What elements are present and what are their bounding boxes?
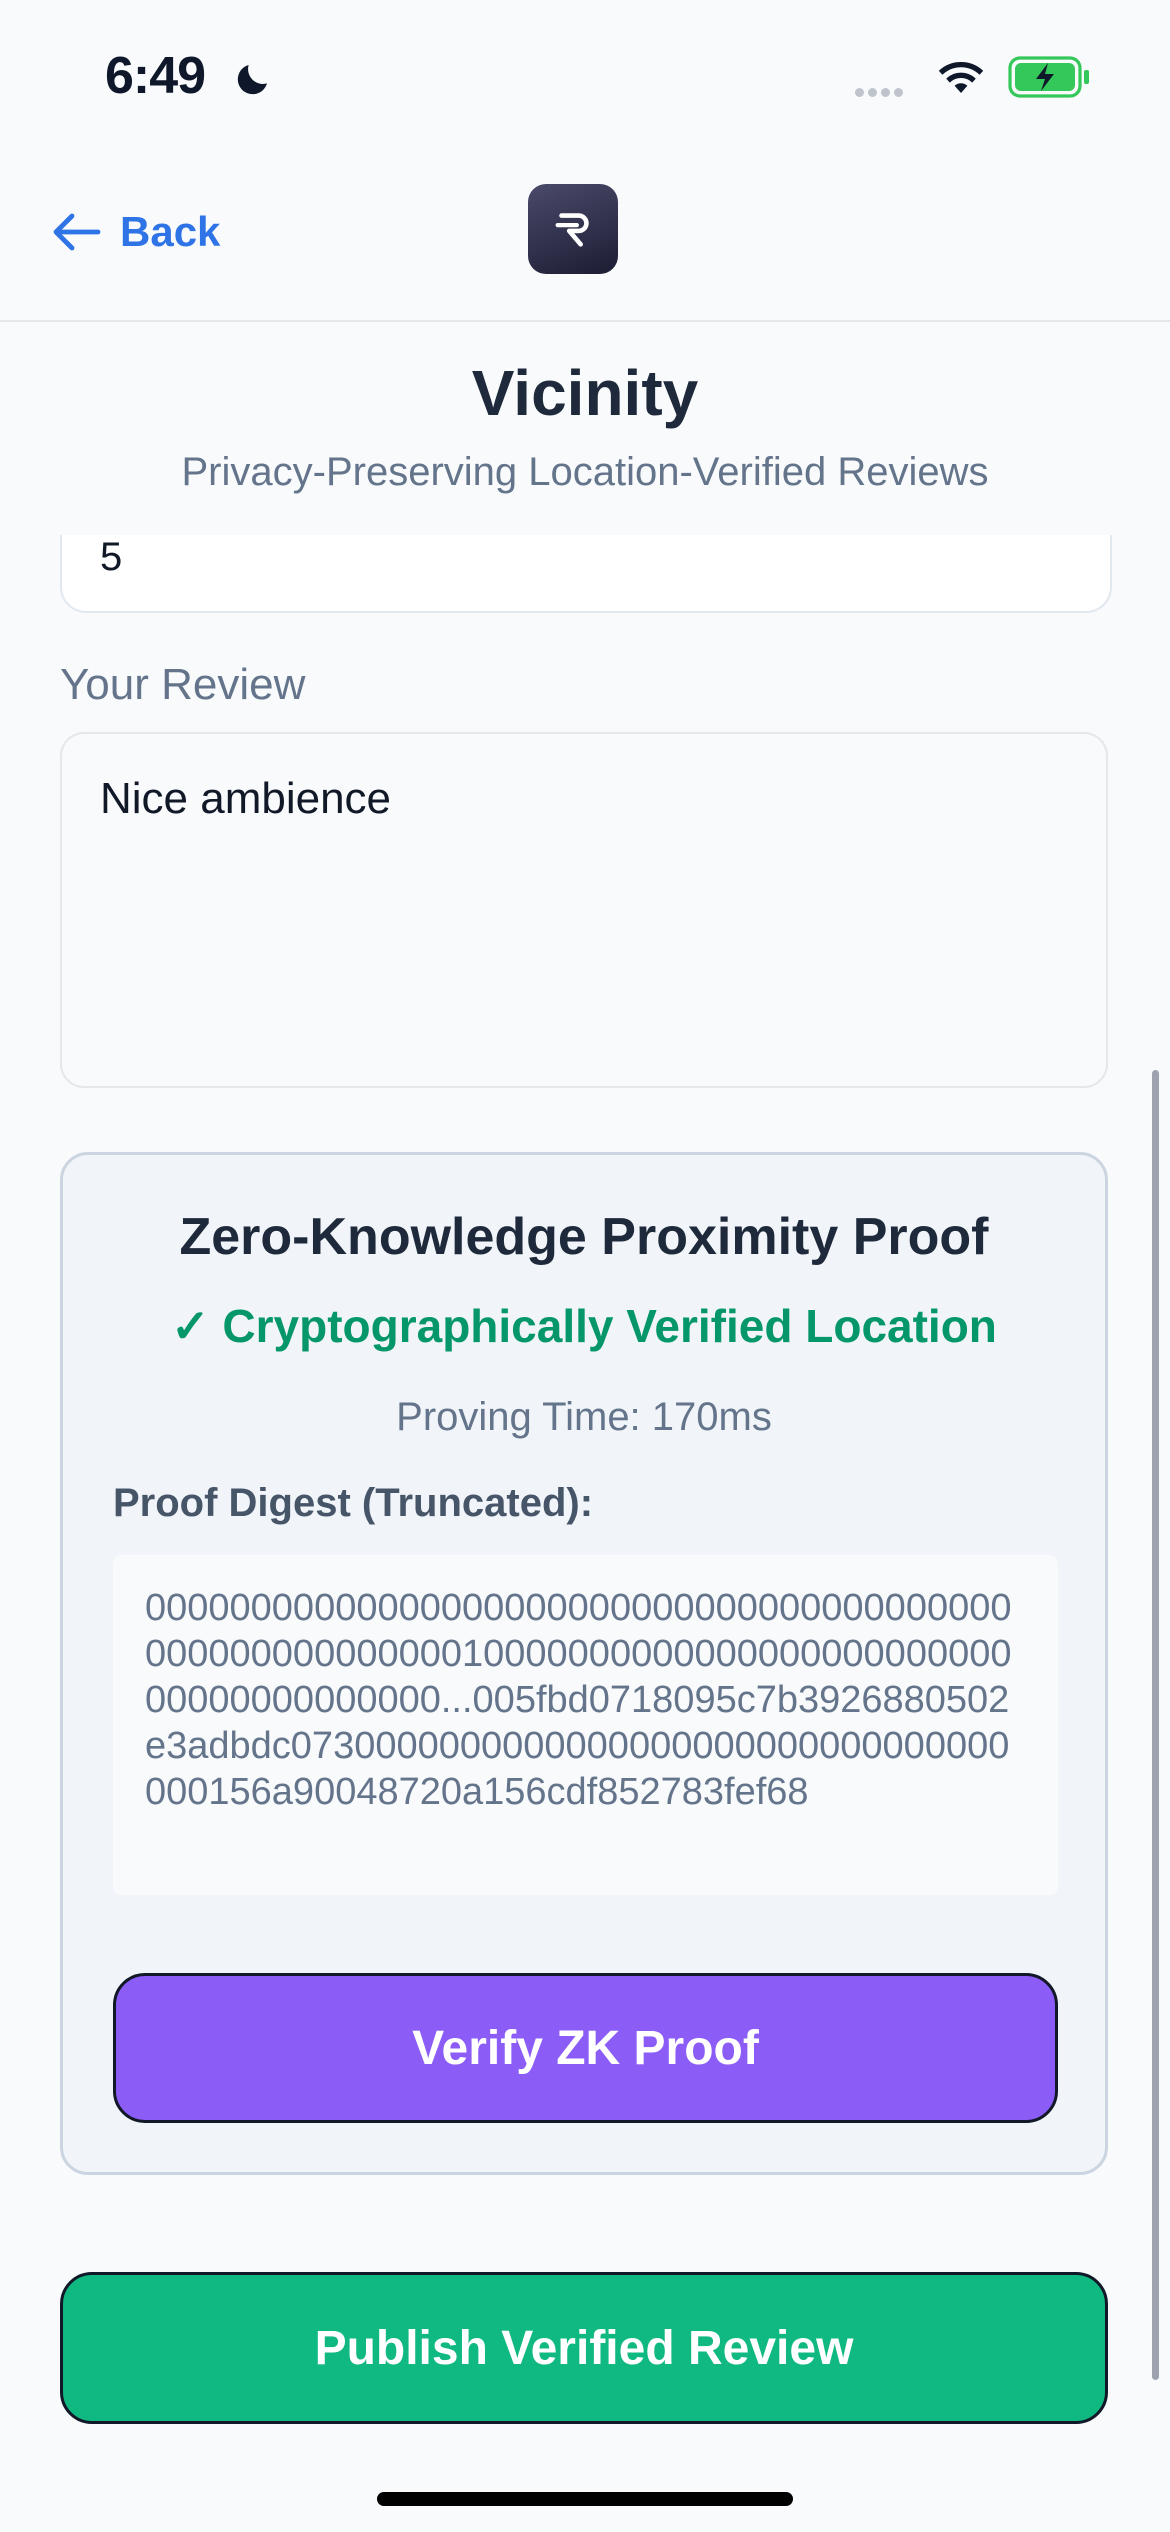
back-label: Back xyxy=(120,208,221,255)
rating-value: 5 xyxy=(100,535,123,579)
proving-time: Proving Time: 170ms xyxy=(396,1395,772,1439)
navigation-bar: Back xyxy=(0,150,1170,322)
wifi-icon xyxy=(938,61,984,93)
page-subtitle: Privacy-Preserving Location-Verified Rev… xyxy=(181,450,989,494)
signal-icon xyxy=(855,84,907,102)
back-button[interactable]: Back xyxy=(52,202,220,262)
zk-proof-card: Zero-Knowledge Proximity Proof ✓ Cryptog… xyxy=(60,1152,1108,2175)
publish-review-button[interactable]: Publish Verified Review xyxy=(60,2272,1108,2424)
battery-charging-icon xyxy=(1008,56,1089,98)
verify-zk-proof-button[interactable]: Verify ZK Proof xyxy=(113,1973,1058,2123)
proof-title: Zero-Knowledge Proximity Proof xyxy=(179,1208,989,1266)
proof-digest: 0000000000000000000000000000000000000000… xyxy=(113,1555,1058,1895)
app-logo-icon xyxy=(528,184,618,274)
review-textarea[interactable]: Nice ambience xyxy=(60,732,1108,1088)
status-bar: 6:49 xyxy=(0,0,1170,150)
proof-status: ✓ Cryptographically Verified Location xyxy=(171,1300,997,1352)
home-indicator xyxy=(377,2492,793,2506)
digest-label: Proof Digest (Truncated): xyxy=(113,1481,594,1525)
review-label: Your Review xyxy=(60,660,306,709)
moon-icon xyxy=(237,65,267,95)
scrollbar[interactable] xyxy=(1152,1070,1159,2380)
arrow-left-icon xyxy=(53,213,101,251)
page-title: Vicinity xyxy=(471,357,699,429)
rating-input[interactable]: 5 xyxy=(60,535,1112,613)
status-time: 6:49 xyxy=(105,47,206,105)
